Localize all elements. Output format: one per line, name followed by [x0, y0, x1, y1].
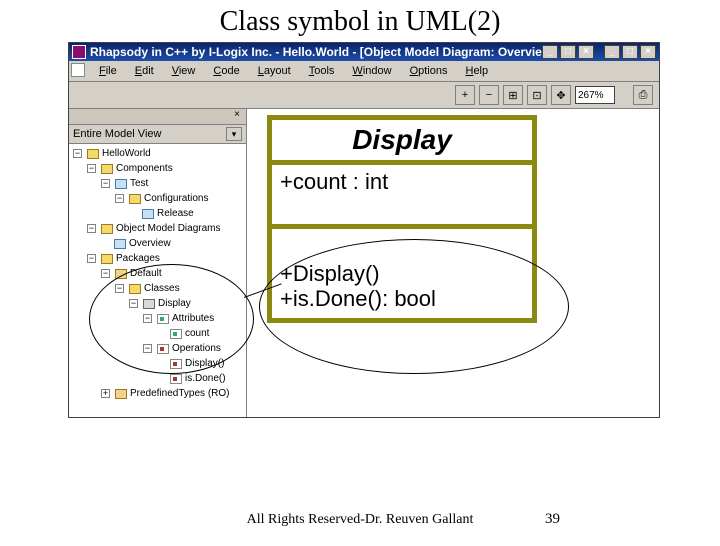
class-icon — [143, 299, 155, 309]
tree-components[interactable]: −Components — [69, 161, 246, 176]
tree-configurations[interactable]: −Configurations — [69, 191, 246, 206]
view-selector[interactable]: Entire Model View ▾ — [69, 125, 246, 144]
close-button[interactable]: × — [578, 45, 594, 59]
window-title: Rhapsody in C++ by I-Logix Inc. - Hello.… — [90, 45, 542, 59]
uml-class-name: Display — [272, 120, 532, 165]
tree-isdone-op[interactable]: is.Done() — [69, 371, 246, 386]
titlebar: Rhapsody in C++ by I-Logix Inc. - Hello.… — [69, 43, 659, 61]
diagram-icon — [114, 239, 126, 249]
tree-default[interactable]: −Default — [69, 266, 246, 281]
tree-operations[interactable]: −Operations — [69, 341, 246, 356]
menu-code[interactable]: Code — [205, 63, 247, 79]
tree-display-op[interactable]: Display() — [69, 356, 246, 371]
app-icon — [72, 45, 86, 59]
sidebar: × Entire Model View ▾ −HelloWorld −Compo… — [69, 109, 247, 417]
attribute-icon — [170, 329, 182, 339]
config-icon — [142, 209, 154, 219]
tree-root[interactable]: −HelloWorld — [69, 146, 246, 161]
folder-icon — [101, 254, 113, 264]
menu-view[interactable]: View — [164, 63, 204, 79]
toolbar: + − ⊞ ⊡ ✥ ⎙ — [69, 82, 659, 109]
fit-button[interactable]: ⊞ — [503, 85, 523, 105]
min-button[interactable]: _ — [542, 45, 558, 59]
package-icon — [115, 389, 127, 399]
folder-icon — [129, 284, 141, 294]
document-icon — [71, 63, 85, 77]
menu-edit[interactable]: Edit — [127, 63, 162, 79]
doc-close-button[interactable]: × — [640, 45, 656, 59]
tree-test[interactable]: −Test — [69, 176, 246, 191]
operations-icon — [157, 344, 169, 354]
uml-class-box[interactable]: Display +count : int +Display() +is.Done… — [267, 115, 537, 323]
menu-help[interactable]: Help — [457, 63, 496, 79]
tree-packages[interactable]: −Packages — [69, 251, 246, 266]
tree-omd[interactable]: −Object Model Diagrams — [69, 221, 246, 236]
zoom-input[interactable] — [575, 86, 615, 104]
menu-layout[interactable]: Layout — [250, 63, 299, 79]
print-button[interactable]: ⎙ — [633, 85, 653, 105]
folder-icon — [129, 194, 141, 204]
operation-icon — [170, 359, 182, 369]
pan-button[interactable]: ✥ — [551, 85, 571, 105]
max-button[interactable]: □ — [560, 45, 576, 59]
tree-count[interactable]: count — [69, 326, 246, 341]
folder-icon — [101, 164, 113, 174]
component-icon — [115, 179, 127, 189]
doc-max-button[interactable]: □ — [622, 45, 638, 59]
folder-icon — [101, 224, 113, 234]
menu-tools[interactable]: Tools — [301, 63, 343, 79]
tree-overview[interactable]: Overview — [69, 236, 246, 251]
chevron-down-icon[interactable]: ▾ — [226, 127, 242, 141]
model-tree: −HelloWorld −Components −Test −Configura… — [69, 144, 246, 417]
tree-display-class[interactable]: −Display — [69, 296, 246, 311]
zoom-in-button[interactable]: + — [455, 85, 475, 105]
sidebar-close-button[interactable]: × — [231, 109, 243, 121]
uml-attr-count: +count : int — [280, 169, 524, 195]
operation-icon — [170, 374, 182, 384]
app-body: × Entire Model View ▾ −HelloWorld −Compo… — [69, 109, 659, 417]
folder-icon — [87, 149, 99, 159]
uml-op-display: +Display() — [280, 261, 524, 286]
slide-number: 39 — [545, 511, 560, 528]
uml-operations: +Display() +is.Done(): bool — [272, 229, 532, 318]
app-window: Rhapsody in C++ by I-Logix Inc. - Hello.… — [68, 42, 660, 418]
menu-file[interactable]: File — [91, 63, 125, 79]
slide-footer: All Rights Reserved-Dr. Reuven Gallant — [0, 512, 720, 528]
diagram-canvas[interactable]: Display +count : int +Display() +is.Done… — [247, 109, 659, 417]
tree-release[interactable]: Release — [69, 206, 246, 221]
doc-min-button[interactable]: _ — [604, 45, 620, 59]
view-selector-label: Entire Model View — [73, 128, 226, 140]
zoom-out-button[interactable]: − — [479, 85, 499, 105]
menubar: File Edit View Code Layout Tools Window … — [69, 61, 659, 82]
tree-attributes[interactable]: −Attributes — [69, 311, 246, 326]
package-icon — [115, 269, 127, 279]
uml-attributes: +count : int — [272, 165, 532, 229]
slide-title: Class symbol in UML(2) — [0, 6, 720, 38]
actual-size-button[interactable]: ⊡ — [527, 85, 547, 105]
attributes-icon — [157, 314, 169, 324]
menu-window[interactable]: Window — [344, 63, 399, 79]
tree-classes[interactable]: −Classes — [69, 281, 246, 296]
menu-options[interactable]: Options — [402, 63, 456, 79]
uml-op-isdone: +is.Done(): bool — [280, 286, 524, 311]
tree-predefined[interactable]: +PredefinedTypes (RO) — [69, 386, 246, 401]
